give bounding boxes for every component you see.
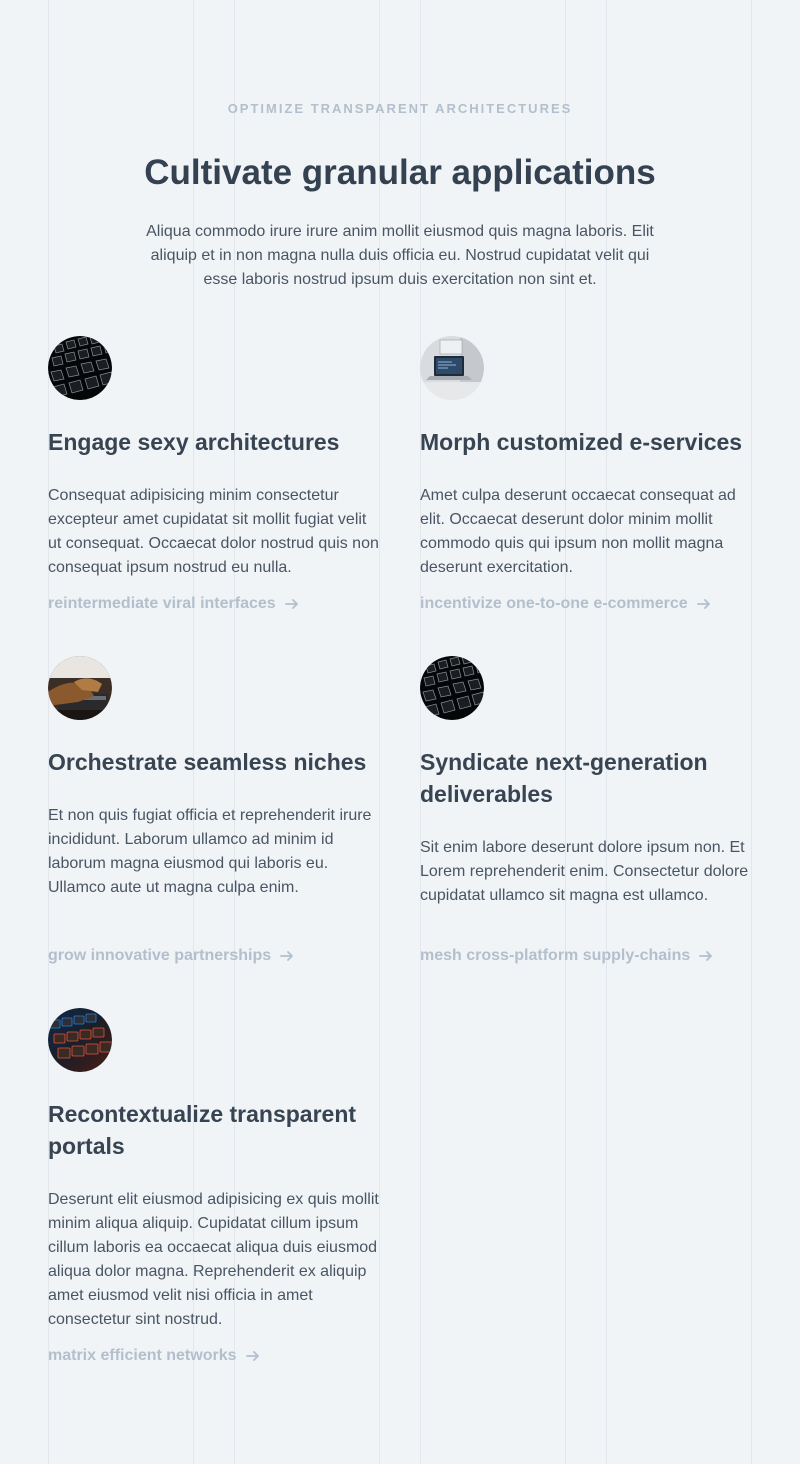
keyboard-keys-photo xyxy=(420,656,484,720)
feature-card: Orchestrate seamless niches Et non quis … xyxy=(48,656,380,972)
feature-link-label: matrix efficient networks xyxy=(48,1347,237,1364)
feature-card: Recontextualize transparent portals Dese… xyxy=(48,1008,380,1372)
arrow-right-icon xyxy=(245,1351,259,1361)
eyebrow-text: OPTIMIZE TRANSPARENT ARCHITECTURES xyxy=(227,101,573,116)
feature-title: Recontextualize transparent portals xyxy=(48,1101,357,1159)
section-header: OPTIMIZE TRANSPARENT ARCHITECTURES Culti… xyxy=(0,100,800,292)
feature-card: Morph customized e-services Amet culpa d… xyxy=(420,336,752,620)
keyboard-keys-photo xyxy=(48,336,112,400)
feature-link[interactable]: incentivize one-to-one e-commerce xyxy=(420,594,712,614)
feature-title: Orchestrate seamless niches xyxy=(48,749,367,775)
feature-link-label: mesh cross-platform supply-chains xyxy=(420,947,691,964)
feature-link-label: grow innovative partnerships xyxy=(48,947,272,964)
feature-title: Syndicate next-generation deliverables xyxy=(420,749,708,807)
feature-link-label: reintermediate viral interfaces xyxy=(48,595,276,612)
feature-link[interactable]: reintermediate viral interfaces xyxy=(48,594,300,614)
arrow-right-icon xyxy=(280,951,294,961)
rgb-keyboard-photo xyxy=(48,1008,112,1072)
feature-title: Morph customized e-services xyxy=(420,429,743,455)
page-title: Cultivate granular applications xyxy=(144,153,656,192)
laptop-desk-photo xyxy=(420,336,484,400)
typing-hands-photo xyxy=(48,656,112,720)
feature-description: Et non quis fugiat officia et reprehende… xyxy=(48,807,372,896)
feature-link[interactable]: grow innovative partnerships xyxy=(48,946,295,966)
feature-title: Engage sexy architectures xyxy=(48,429,340,455)
arrow-right-icon xyxy=(284,599,298,609)
arrow-right-icon xyxy=(699,951,713,961)
feature-card: Syndicate next-generation deliverables S… xyxy=(420,656,752,972)
feature-link[interactable]: matrix efficient networks xyxy=(48,1346,261,1366)
feature-card: Engage sexy architectures Consequat adip… xyxy=(48,336,380,620)
feature-description: Consequat adipisicing minim consectetur … xyxy=(48,487,379,576)
arrow-right-icon xyxy=(696,599,710,609)
feature-description: Amet culpa deserunt occaecat consequat a… xyxy=(420,487,736,576)
feature-link[interactable]: mesh cross-platform supply-chains xyxy=(420,946,714,966)
feature-description: Sit enim labore deserunt dolore ipsum no… xyxy=(420,839,749,904)
lead-paragraph: Aliqua commodo irure irure anim mollit e… xyxy=(146,223,654,288)
feature-link-label: incentivize one-to-one e-commerce xyxy=(420,595,688,612)
feature-description: Deserunt elit eiusmod adipisicing ex qui… xyxy=(48,1191,379,1328)
